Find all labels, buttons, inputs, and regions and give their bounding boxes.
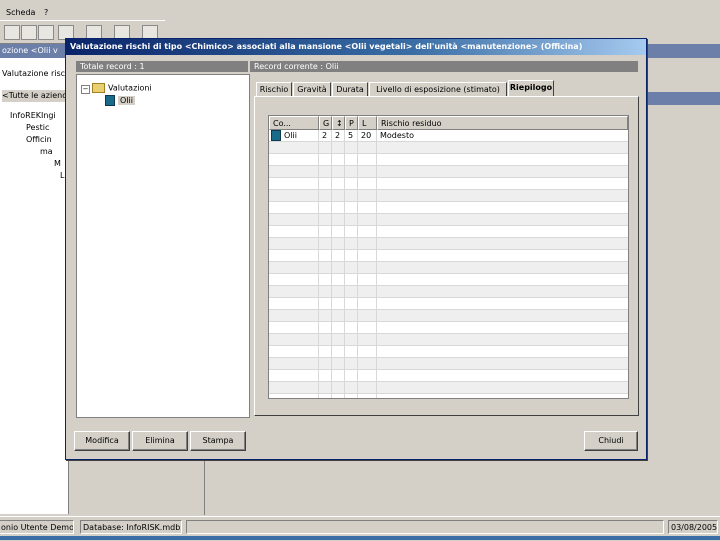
- table-row[interactable]: [269, 142, 628, 154]
- toolbar-button-open-icon[interactable]: [21, 25, 37, 40]
- table-row[interactable]: [269, 370, 628, 382]
- table-row[interactable]: [269, 382, 628, 394]
- grid-line: [344, 130, 345, 398]
- tree-item-olii[interactable]: Olii: [105, 95, 135, 106]
- book-icon: [271, 130, 281, 141]
- table-row[interactable]: [269, 202, 628, 214]
- left-item-aziende[interactable]: <Tutte le aziende: [2, 90, 72, 102]
- col-header-l[interactable]: L: [358, 116, 377, 130]
- left-tree-panel: Valutazione risch <Tutte le aziende Info…: [0, 44, 72, 514]
- modify-button[interactable]: Modifica: [74, 431, 130, 451]
- status-database: Database: InfoRISK.mdb: [80, 520, 182, 534]
- table-row[interactable]: [269, 298, 628, 310]
- divider: [204, 460, 205, 515]
- left-item-ma[interactable]: ma: [40, 146, 53, 158]
- menu-scheda[interactable]: Scheda: [6, 8, 35, 17]
- menu-help[interactable]: ?: [44, 8, 48, 17]
- cell-d: 2: [335, 131, 341, 140]
- total-records-header: Totale record : 1: [76, 61, 248, 72]
- tree-item-label: Olii: [118, 96, 135, 105]
- tree-root[interactable]: − Valutazioni: [81, 83, 152, 94]
- left-item-valutazione[interactable]: Valutazione risch: [2, 68, 70, 80]
- col-header-risk[interactable]: Rischio residuo: [377, 116, 628, 130]
- taskbar-strip: [0, 536, 720, 540]
- grid-line: [318, 130, 319, 398]
- table-row[interactable]: [269, 358, 628, 370]
- table-row[interactable]: [269, 346, 628, 358]
- folder-icon: [92, 83, 105, 93]
- table-row[interactable]: [269, 322, 628, 334]
- menu-bar: Scheda ?: [0, 0, 720, 20]
- cell-name-label: Olii: [284, 131, 297, 140]
- col-header-d[interactable]: ↕: [332, 116, 345, 130]
- tab-durata[interactable]: Durata: [332, 82, 368, 96]
- book-icon: [105, 95, 115, 106]
- table-row[interactable]: [269, 214, 628, 226]
- table-row[interactable]: [269, 250, 628, 262]
- table-row[interactable]: [269, 262, 628, 274]
- left-item-officina[interactable]: Officin: [26, 134, 52, 146]
- table-row[interactable]: [269, 226, 628, 238]
- left-item-l[interactable]: L: [60, 170, 64, 182]
- table-row[interactable]: Olii 2 2 5 20 Modesto: [269, 130, 628, 142]
- print-button[interactable]: Stampa: [190, 431, 246, 451]
- tab-riepilogo[interactable]: Riepilogo: [508, 80, 554, 97]
- tab-gravita[interactable]: Gravità: [293, 82, 331, 96]
- cell-risk: Modesto: [380, 131, 414, 140]
- summary-grid: Co... G ↕ P L Rischio residuo Olii 2 2 5 20 M…: [268, 115, 629, 399]
- tree-root-label: Valutazioni: [108, 83, 152, 93]
- status-date: 03/08/2005: [668, 520, 718, 534]
- right-title-strip: [646, 44, 720, 58]
- status-empty: [186, 520, 664, 534]
- table-row[interactable]: [269, 166, 628, 178]
- current-record-header: Record corrente : Olii: [250, 61, 638, 72]
- table-row[interactable]: [269, 154, 628, 166]
- toolbar-button-new-icon[interactable]: [4, 25, 20, 40]
- tab-livello-esposizione[interactable]: Livello di esposizione (stimato): [369, 82, 507, 96]
- grid-line: [331, 130, 332, 398]
- table-row[interactable]: [269, 310, 628, 322]
- table-row[interactable]: [269, 238, 628, 250]
- left-panel-title: ozione <Olii v: [0, 44, 68, 58]
- valutazioni-tree: − Valutazioni Olii: [76, 74, 250, 418]
- grid-line: [357, 130, 358, 398]
- col-header-p[interactable]: P: [345, 116, 358, 130]
- cell-g: 2: [322, 131, 328, 140]
- left-item-pestic[interactable]: Pestic: [26, 122, 49, 134]
- delete-button[interactable]: Elimina: [132, 431, 188, 451]
- table-row[interactable]: [269, 190, 628, 202]
- grid-header: Co... G ↕ P L Rischio residuo: [269, 116, 628, 130]
- tab-rischio[interactable]: Rischio: [256, 82, 292, 96]
- toolbar-button-copy-icon[interactable]: [38, 25, 54, 40]
- cell-l: 20: [361, 131, 372, 140]
- grid-line: [376, 130, 377, 398]
- col-header-name[interactable]: Co...: [269, 116, 319, 130]
- close-button[interactable]: Chiudi: [584, 431, 638, 451]
- left-item-m[interactable]: M: [54, 158, 61, 170]
- cell-name: Olii: [271, 130, 297, 141]
- dialog-title: Valutazione rischi di tipo <Chimico> ass…: [66, 39, 646, 55]
- left-item-inforeking[interactable]: InfoREKIngi: [10, 110, 56, 122]
- table-row[interactable]: [269, 286, 628, 298]
- table-row[interactable]: [269, 334, 628, 346]
- table-row[interactable]: [269, 178, 628, 190]
- col-header-g[interactable]: G: [319, 116, 332, 130]
- collapse-icon[interactable]: −: [81, 84, 90, 94]
- status-user: onio Utente Demo: [0, 520, 74, 534]
- cell-p: 5: [348, 131, 354, 140]
- right-title-strip-2: [646, 92, 720, 105]
- risk-evaluation-dialog: Valutazione rischi di tipo <Chimico> ass…: [65, 38, 647, 460]
- table-row[interactable]: [269, 274, 628, 286]
